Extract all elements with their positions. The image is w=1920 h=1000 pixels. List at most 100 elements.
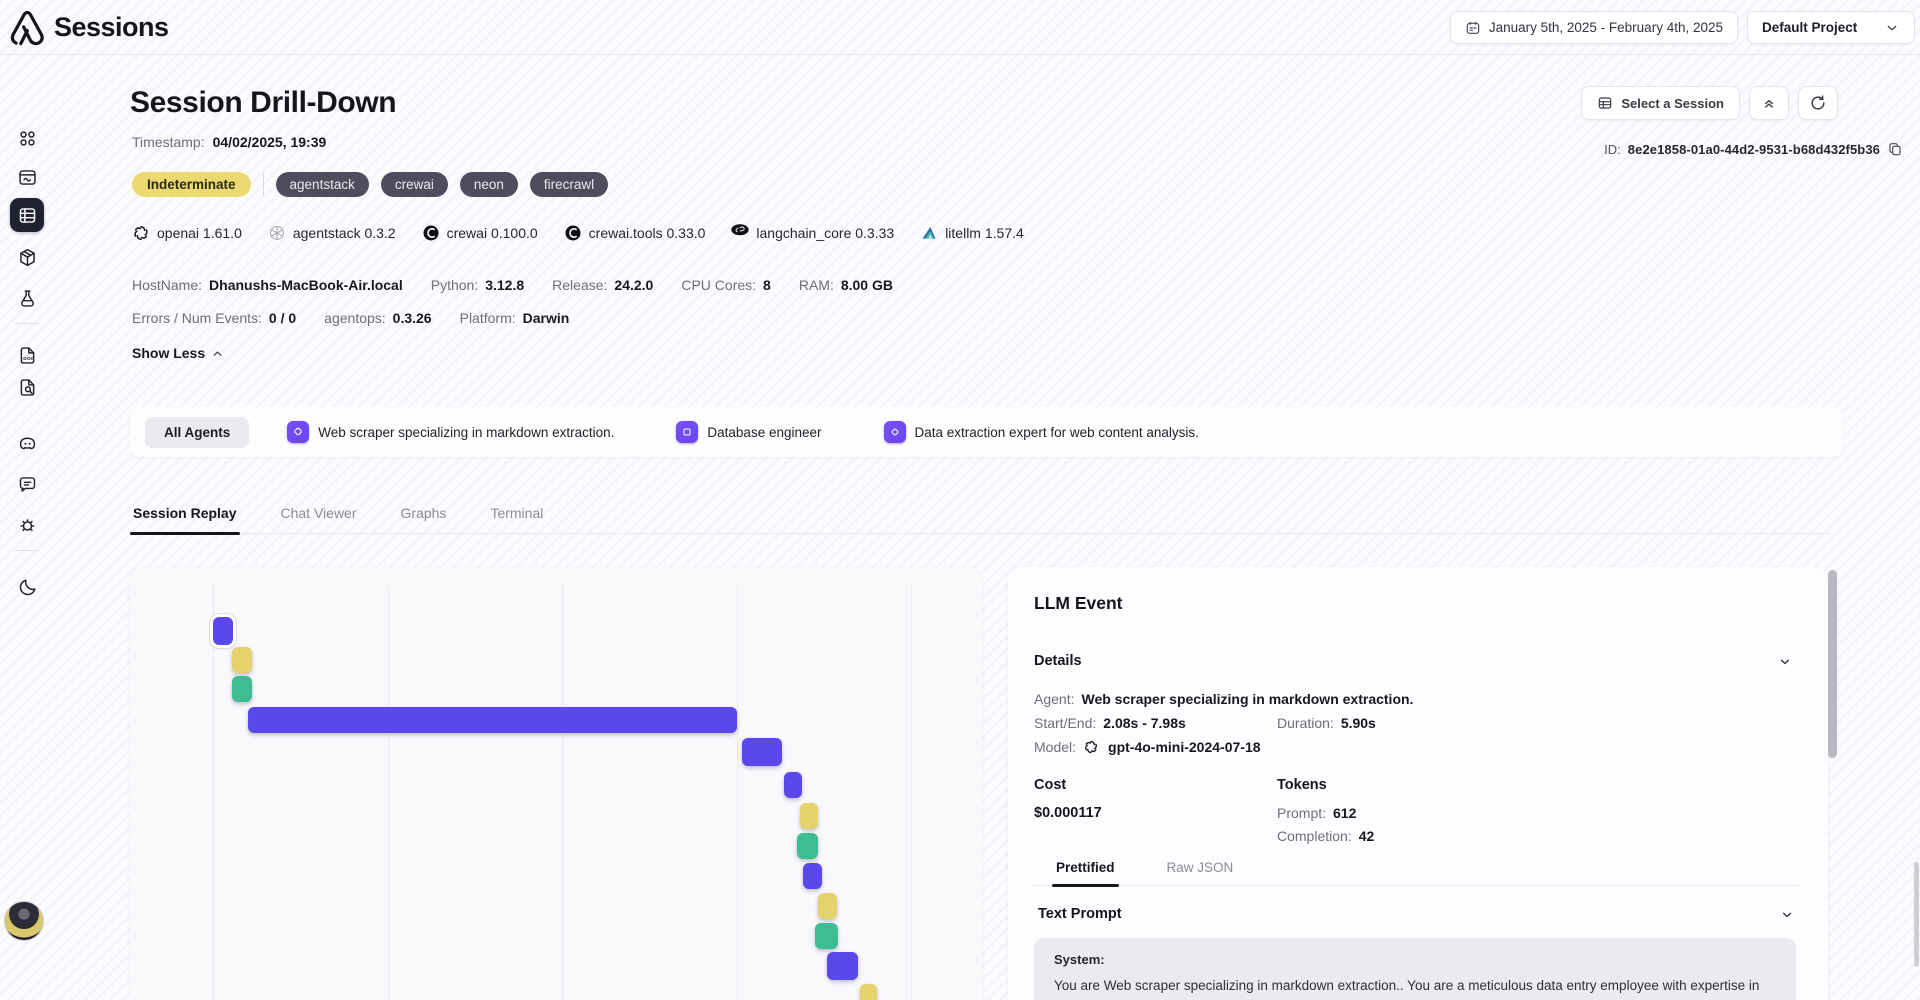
info-value: 0.3.26 xyxy=(393,310,432,326)
page-scrollbar-thumb[interactable] xyxy=(1914,862,1919,967)
tab-terminal[interactable]: Terminal xyxy=(487,505,546,533)
package-label: litellm 1.57.4 xyxy=(945,225,1024,241)
info-value: Darwin xyxy=(523,310,570,326)
chevron-down-icon xyxy=(1884,20,1900,36)
model-label: Model: xyxy=(1034,735,1076,759)
package-item: crewai 0.100.0 xyxy=(422,224,538,242)
info-pair: Python:3.12.8 xyxy=(431,277,524,293)
agents-filter-bar: All Agents Web scraper specializing in m… xyxy=(130,407,1843,457)
tab-graphs[interactable]: Graphs xyxy=(398,505,450,533)
cost-value: $0.000117 xyxy=(1034,802,1102,825)
chat-bubble-icon xyxy=(17,474,38,495)
sidebar-item-doc-file[interactable]: DOC xyxy=(10,338,44,372)
doc-file-icon: DOC xyxy=(17,345,38,366)
event-bar-purple[interactable] xyxy=(827,952,858,980)
text-prompt-header: Text Prompt xyxy=(1038,906,1122,922)
agent-filter-item[interactable]: Database engineer xyxy=(676,421,821,443)
package-label: agentstack 0.3.2 xyxy=(293,225,396,241)
agentops-logo xyxy=(8,6,46,48)
show-less-label: Show Less xyxy=(132,345,205,361)
duration-value: 5.90s xyxy=(1341,711,1376,735)
info-value: Dhanushs-MacBook-Air.local xyxy=(209,277,403,293)
session-id-value: 8e2e1858-01a0-44d2-9531-b68d432f5b36 xyxy=(1628,142,1880,157)
info-pair: Release:24.2.0 xyxy=(552,277,653,293)
details-rows: Agent: Web scraper specializing in markd… xyxy=(1034,687,1413,759)
info-value: 3.12.8 xyxy=(485,277,524,293)
openai-icon xyxy=(1083,739,1099,755)
agent-clover-icon xyxy=(287,421,309,443)
sidebar-item-chat-bubble[interactable] xyxy=(10,467,44,501)
event-bar-yellow[interactable] xyxy=(818,893,837,919)
discord-icon xyxy=(17,433,38,454)
agent-name: Database engineer xyxy=(707,425,821,440)
sidebar-item-apps-grid[interactable] xyxy=(10,121,44,155)
tab-session-replay[interactable]: Session Replay xyxy=(130,505,240,533)
agent-filter-item[interactable]: Web scraper specializing in markdown ext… xyxy=(287,421,614,443)
prompt-tokens-label: Prompt: xyxy=(1277,802,1326,825)
chart-gridline xyxy=(213,585,214,1000)
event-bar-green[interactable] xyxy=(232,676,252,702)
tab-prettified[interactable]: Prettified xyxy=(1052,860,1119,885)
agent-diamond-icon xyxy=(884,421,906,443)
details-chevron-icon[interactable] xyxy=(1778,655,1792,669)
copy-icon[interactable] xyxy=(1887,141,1903,157)
agent-filter-item[interactable]: Data extraction expert for web content a… xyxy=(884,421,1199,443)
host-info-row: HostName:Dhanushs-MacBook-Air.local Pytho… xyxy=(132,277,893,293)
info-value: 8.00 GB xyxy=(841,277,893,293)
sidebar-item-terminal-window[interactable] xyxy=(10,160,44,194)
package-label: crewai 0.100.0 xyxy=(447,225,538,241)
info-pair: agentops: 0.3.26 xyxy=(324,310,431,326)
moon-icon xyxy=(17,577,38,598)
package-label: openai 1.61.0 xyxy=(157,225,242,241)
event-bar-yellow[interactable] xyxy=(232,647,252,673)
info-pair: CPU Cores:8 xyxy=(681,277,770,293)
sidebar-item-discord[interactable] xyxy=(10,426,44,460)
project-select[interactable]: Default Project xyxy=(1747,11,1915,44)
sidebar-item-sessions-table[interactable] xyxy=(10,198,44,232)
agent-name: Web scraper specializing in markdown ext… xyxy=(318,425,614,440)
event-bar-green[interactable] xyxy=(797,833,818,859)
session-id-row: ID: 8e2e1858-01a0-44d2-9531-b68d432f5b36 xyxy=(1604,141,1903,157)
event-bar-green[interactable] xyxy=(815,923,838,949)
info-pair: RAM:8.00 GB xyxy=(799,277,893,293)
sidebar: DOC xyxy=(0,55,55,1000)
sidebar-item-flask[interactable] xyxy=(10,281,44,315)
app-title: Sessions xyxy=(54,12,169,43)
details-section-header: Details xyxy=(1034,653,1082,669)
panel-scrollbar-thumb[interactable] xyxy=(1828,570,1837,758)
event-bar-purple[interactable] xyxy=(803,863,822,889)
sidebar-item-bug[interactable] xyxy=(10,508,44,542)
tag-badge: firecrawl xyxy=(530,172,608,197)
event-bar-yellow[interactable] xyxy=(800,803,818,829)
show-less-toggle[interactable]: Show Less xyxy=(132,345,224,361)
all-agents-button[interactable]: All Agents xyxy=(145,417,249,448)
event-bar-purple[interactable] xyxy=(248,707,737,733)
tag-badge: neon xyxy=(460,172,518,197)
event-bar-purple[interactable] xyxy=(784,772,802,798)
badges-row: Indeterminate agentstackcrewaineonfirecr… xyxy=(132,172,608,197)
select-session-button[interactable]: Select a Session xyxy=(1581,86,1740,120)
chart-gridline xyxy=(737,585,738,1000)
sidebar-item-file-search[interactable] xyxy=(10,370,44,404)
agent-square-icon xyxy=(676,421,698,443)
collapse-button[interactable] xyxy=(1749,86,1789,120)
date-range-picker[interactable]: January 5th, 2025 - February 4th, 2025 xyxy=(1450,11,1738,44)
sidebar-item-package[interactable] xyxy=(10,240,44,274)
info-label: agentops: xyxy=(324,310,386,326)
event-bar-purple[interactable] xyxy=(742,738,782,766)
completion-tokens-value: 42 xyxy=(1359,825,1375,848)
chart-gridline xyxy=(562,585,563,1000)
text-prompt-chevron-icon[interactable] xyxy=(1780,908,1794,922)
event-bar-purple[interactable] xyxy=(213,617,233,645)
sidebar-divider xyxy=(15,550,39,551)
sidebar-item-moon[interactable] xyxy=(10,570,44,604)
event-bar-yellow[interactable] xyxy=(860,984,877,1000)
refresh-button[interactable] xyxy=(1798,86,1838,120)
calendar-icon xyxy=(1465,20,1481,36)
timestamp-label: Timestamp: xyxy=(132,134,205,150)
event-view-tabs: Prettified Raw JSON xyxy=(1034,860,1798,886)
tab-chat-viewer[interactable]: Chat Viewer xyxy=(278,505,360,533)
info-value: 0 / 0 xyxy=(269,310,296,326)
info-pair: HostName:Dhanushs-MacBook-Air.local xyxy=(132,277,403,293)
tab-raw-json[interactable]: Raw JSON xyxy=(1163,860,1238,885)
